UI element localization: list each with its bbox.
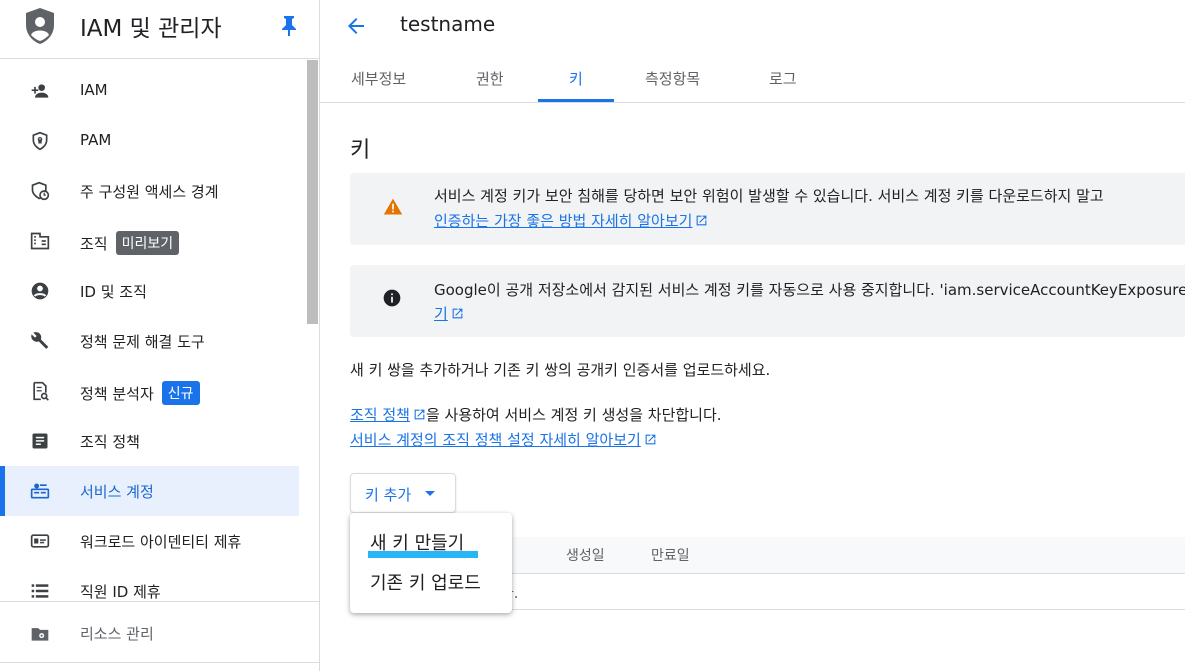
sidebar-item-organization[interactable]: 조직 미리보기 <box>0 216 305 266</box>
info-learn-more-link[interactable]: 기 <box>434 305 448 323</box>
external-link-icon <box>697 215 707 226</box>
iam-shield-logo-icon <box>26 8 54 44</box>
sidebar-item-label: ID 및 조직 <box>80 283 147 301</box>
sidebar-item-policy-troubleshooter[interactable]: 정책 문제 해결 도구 <box>0 316 305 366</box>
back-arrow-icon[interactable] <box>344 14 368 38</box>
pin-icon[interactable] <box>281 16 297 36</box>
tab-logs[interactable]: 로그 <box>769 68 797 89</box>
new-badge: 신규 <box>161 381 200 405</box>
info-icon <box>383 289 401 307</box>
tab-permissions[interactable]: 권한 <box>476 68 504 89</box>
org-policy-link[interactable]: 조직 정책 <box>350 406 410 424</box>
sidebar-item-pam[interactable]: PAM <box>0 116 305 166</box>
column-header-expires: 만료일 <box>651 548 690 564</box>
add-key-label: 키 추가 <box>365 486 412 504</box>
menu-item-label: 새 키 만들기 <box>370 533 465 554</box>
id-card-icon <box>30 534 50 548</box>
domain-icon <box>30 232 50 250</box>
sidebar-item-principal-access-boundary[interactable]: 주 구성원 액세스 경계 <box>0 166 305 216</box>
warning-icon <box>383 198 403 215</box>
org-policy-text: 을 사용하여 서비스 계정 키 생성을 차단합니다. <box>425 406 722 424</box>
external-link-icon <box>414 409 425 420</box>
tab-metrics[interactable]: 측정항목 <box>645 68 700 89</box>
warning-banner: 서비스 계정 키가 보안 침해를 당하면 보안 위험이 발생할 수 있습니다. … <box>350 173 1185 245</box>
main-content: testname 세부정보 권한 키 측정항목 로그 키 서비스 계정 키가 보… <box>320 0 1185 671</box>
sidebar-item-label: 조직 정책 <box>80 433 140 451</box>
policy-search-icon <box>33 381 49 401</box>
sidebar-item-label: 서비스 계정 <box>80 483 154 501</box>
warning-learn-more: 인증하는 가장 좋은 방법 자세히 알아보기 <box>434 208 708 234</box>
external-link-icon <box>645 434 656 445</box>
org-policy-learn-line: 서비스 계정의 조직 정책 설정 자세히 알아보기 <box>350 429 657 450</box>
add-key-dropdown-menu: 새 키 만들기 기존 키 업로드 <box>350 513 512 613</box>
tab-bar: 세부정보 권한 키 측정항목 로그 <box>320 55 1185 103</box>
info-learn-more: 기 <box>434 301 464 327</box>
info-text: Google이 공개 저장소에서 감지된 서비스 계정 키를 자동으로 사용 중… <box>434 281 1185 299</box>
folder-gear-icon <box>31 628 49 641</box>
service-account-icon <box>30 483 50 499</box>
sidebar-item-label: 워크로드 아이덴티티 제휴 <box>80 533 242 551</box>
sidebar-item-resource-manager[interactable]: 리소스 관리 <box>0 601 319 664</box>
sidebar-item-service-accounts[interactable]: 서비스 계정 <box>0 466 299 516</box>
sidebar-item-label: PAM <box>80 131 112 149</box>
wrench-icon <box>31 332 49 349</box>
shield-clock-icon <box>31 181 50 201</box>
sidebar-title: IAM 및 관리자 <box>80 16 222 42</box>
caret-down-icon <box>425 491 435 496</box>
column-header-created: 생성일 <box>566 548 605 564</box>
menu-item-label: 기존 키 업로드 <box>370 573 481 594</box>
sidebar-item-label: 직원 ID 제휴 <box>80 583 161 601</box>
document-icon <box>32 433 48 449</box>
section-title: 키 <box>350 138 371 163</box>
sidebar-item-label: 주 구성원 액세스 경계 <box>80 183 219 201</box>
sidebar: IAM 및 관리자 IAM PAM 주 구성원 액세스 경계 조직 미리보기 ID… <box>0 0 320 671</box>
tab-details[interactable]: 세부정보 <box>351 68 406 89</box>
sidebar-nav: IAM PAM 주 구성원 액세스 경계 조직 미리보기 ID 및 조직 정책 문… <box>0 66 305 616</box>
auth-best-practices-link[interactable]: 인증하는 가장 좋은 방법 자세히 알아보기 <box>434 212 692 230</box>
sidebar-header: IAM 및 관리자 <box>0 0 319 59</box>
info-banner: Google이 공개 저장소에서 감지된 서비스 계정 키를 자동으로 사용 중… <box>350 265 1185 337</box>
sidebar-item-iam[interactable]: IAM <box>0 66 305 116</box>
external-link-icon <box>452 308 463 319</box>
person-add-icon <box>31 84 49 98</box>
account-circle-icon <box>31 282 49 300</box>
menu-item-create-new-key[interactable]: 새 키 만들기 <box>350 521 512 561</box>
menu-item-upload-existing-key[interactable]: 기존 키 업로드 <box>350 561 512 601</box>
list-icon <box>31 584 49 598</box>
warning-text: 서비스 계정 키가 보안 침해를 당하면 보안 위험이 발생할 수 있습니다. … <box>434 187 1104 205</box>
org-policy-learn-more-link[interactable]: 서비스 계정의 조직 정책 설정 자세히 알아보기 <box>350 431 641 449</box>
sidebar-divider <box>0 662 319 663</box>
tab-keys[interactable]: 키 <box>569 68 583 89</box>
sidebar-item-identity-organization[interactable]: ID 및 조직 <box>0 266 305 316</box>
keys-description: 새 키 쌍을 추가하거나 기존 키 쌍의 공개키 인증서를 업로드하세요. <box>350 361 771 379</box>
add-key-button[interactable]: 키 추가 <box>350 473 456 513</box>
sidebar-scrollbar[interactable] <box>307 60 318 324</box>
sidebar-item-label: 리소스 관리 <box>80 625 154 643</box>
sidebar-item-workload-identity-federation[interactable]: 워크로드 아이덴티티 제휴 <box>0 516 305 566</box>
sidebar-item-label: 정책 분석자 신규 <box>80 381 200 405</box>
shield-lock-icon <box>32 131 48 151</box>
sidebar-item-organization-policy[interactable]: 조직 정책 <box>0 416 305 466</box>
sidebar-item-label: IAM <box>80 81 108 99</box>
preview-badge: 미리보기 <box>115 231 180 255</box>
page-title: testname <box>400 12 496 36</box>
sidebar-item-label: 조직 미리보기 <box>80 231 180 255</box>
sidebar-item-policy-analyzer[interactable]: 정책 분석자 신규 <box>0 366 305 416</box>
sidebar-item-label: 정책 문제 해결 도구 <box>80 333 205 351</box>
active-tab-indicator <box>538 99 614 102</box>
page-header: testname <box>320 0 1185 55</box>
org-policy-line: 조직 정책 을 사용하여 서비스 계정 키 생성을 차단합니다. <box>350 404 722 425</box>
